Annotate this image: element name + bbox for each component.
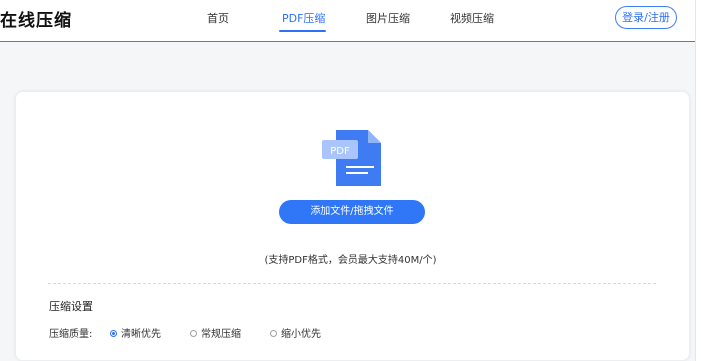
login-register-button[interactable]: 登录/注册	[615, 6, 677, 29]
nav-image-compress[interactable]: 图片压缩	[366, 10, 410, 26]
radio-checked-icon[interactable]	[110, 330, 117, 337]
support-info-text: (支持PDF格式，会员最大支持40M/个)	[264, 255, 437, 266]
quality-option-clarity[interactable]: 清晰优先	[110, 325, 161, 340]
compress-quality-label: 压缩质量:	[49, 329, 93, 340]
site-logo[interactable]: 在线压缩	[0, 6, 72, 31]
quality-option-normal[interactable]: 常规压缩	[190, 325, 241, 340]
nav-pdf-compress[interactable]: PDF压缩	[282, 10, 325, 26]
add-file-button[interactable]: 添加文件/拖拽文件	[279, 200, 425, 224]
nav-active-indicator	[279, 30, 326, 32]
quality-option-label: 常规压缩	[201, 329, 241, 340]
pdf-file-icon[interactable]: PDF	[322, 130, 382, 186]
nav-video-compress[interactable]: 视频压缩	[450, 10, 494, 26]
section-divider	[48, 283, 656, 284]
radio-unchecked-icon[interactable]	[190, 330, 197, 337]
top-header: 在线压缩 首页 PDF压缩 图片压缩 视频压缩 登录/注册	[0, 0, 701, 42]
quality-option-label: 清晰优先	[121, 329, 161, 340]
pdf-icon-label: PDF	[330, 146, 350, 157]
quality-option-smaller[interactable]: 缩小优先	[270, 325, 321, 340]
compress-settings-title: 压缩设置	[49, 300, 93, 313]
scrollbar[interactable]	[695, 0, 701, 361]
nav-home[interactable]: 首页	[207, 10, 229, 26]
radio-unchecked-icon[interactable]	[270, 330, 277, 337]
quality-option-label: 缩小优先	[281, 329, 321, 340]
